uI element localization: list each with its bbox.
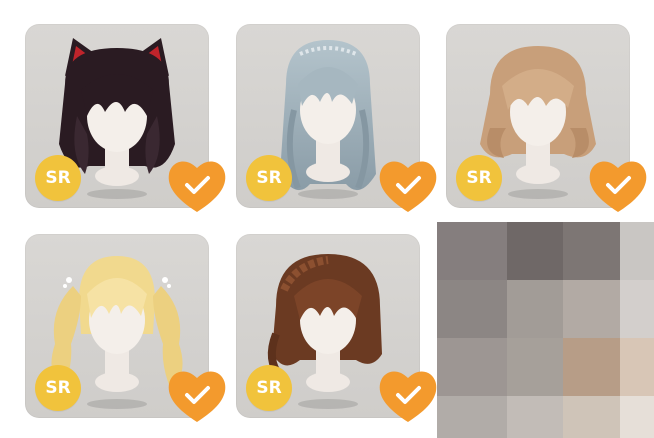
mosaic-block — [563, 338, 620, 396]
favorite-heart-icon[interactable] — [165, 156, 229, 216]
item-card-black-cat-ear-hair[interactable]: SR — [25, 24, 226, 212]
favorite-heart-icon[interactable] — [376, 156, 440, 216]
mosaic-block — [437, 338, 507, 396]
mosaic-block — [620, 280, 654, 338]
rarity-badge: SR — [456, 155, 502, 201]
mosaic-block — [437, 222, 507, 280]
item-card-blonde-twin-tails-hair[interactable]: SR — [25, 234, 226, 422]
mannequin-shadow — [87, 189, 147, 199]
mannequin-shadow — [298, 189, 358, 199]
favorite-heart-icon[interactable] — [586, 156, 650, 216]
favorite-heart-icon[interactable] — [376, 366, 440, 426]
item-card-silver-blue-wavy-hair[interactable]: SR — [236, 24, 437, 212]
rarity-badge: SR — [35, 365, 81, 411]
pixelated-item-card — [437, 222, 654, 438]
mosaic-block — [563, 396, 620, 438]
mosaic-block — [437, 396, 507, 438]
rarity-badge: SR — [35, 155, 81, 201]
item-card-light-brown-bob-hair[interactable]: SR — [446, 24, 647, 212]
mosaic-block — [620, 396, 654, 438]
mosaic-block — [620, 222, 654, 280]
item-card-brown-braided-hair[interactable]: SR — [236, 234, 437, 422]
mosaic-block — [620, 338, 654, 396]
rarity-badge: SR — [246, 155, 292, 201]
mannequin-shadow — [87, 399, 147, 409]
mosaic-block — [437, 280, 507, 338]
mosaic-block — [507, 222, 563, 280]
rarity-badge: SR — [246, 365, 292, 411]
mosaic-block — [563, 222, 620, 280]
mosaic-block — [507, 280, 563, 338]
favorite-heart-icon[interactable] — [165, 366, 229, 426]
mosaic-block — [563, 280, 620, 338]
mosaic-block — [507, 396, 563, 438]
mosaic-block — [507, 338, 563, 396]
mannequin-shadow — [508, 189, 568, 199]
mannequin-shadow — [298, 399, 358, 409]
